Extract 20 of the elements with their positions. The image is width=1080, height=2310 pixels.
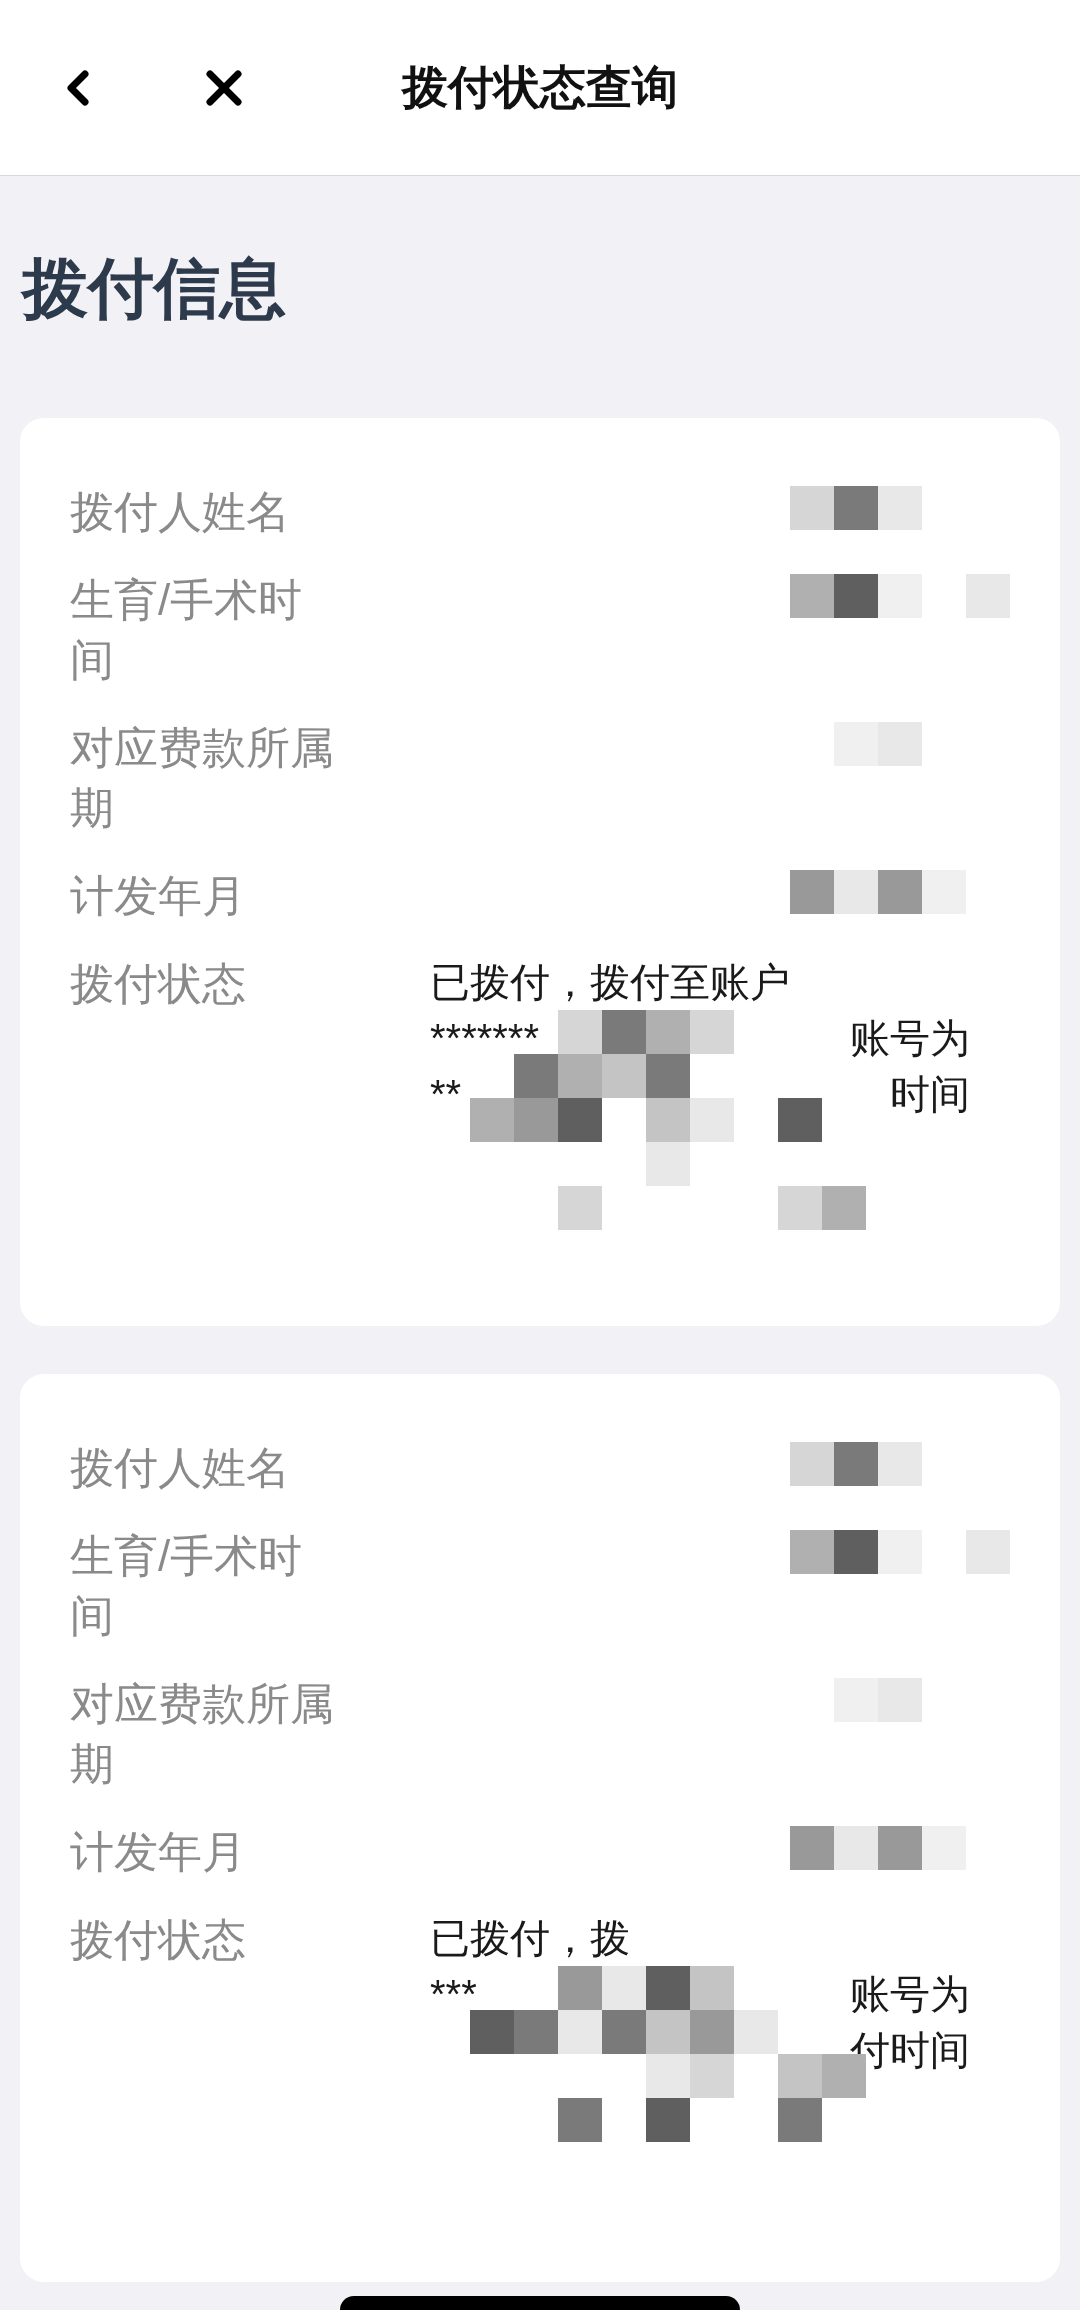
field-label: 生育/手术时间 xyxy=(70,574,304,686)
section-title: 拨付信息 xyxy=(19,250,287,327)
field-label: 拨付人姓名 xyxy=(70,486,291,538)
field-label: 拨付状态 xyxy=(70,1914,247,1966)
field-label: 拨付人姓名 xyxy=(70,1442,291,1494)
status-text: 已拨付，拨 xyxy=(430,1915,630,1962)
page-title: 拨付状态查询 xyxy=(402,60,678,115)
status-text: 已拨付，拨付至账户 xyxy=(430,959,790,1006)
status-text: *** xyxy=(430,1971,477,2018)
field-label: 计发年月 xyxy=(70,1826,247,1878)
field-label: 对应费款所属期 xyxy=(70,722,335,834)
status-text: ** xyxy=(430,1071,462,1118)
field-label: 对应费款所属期 xyxy=(70,1678,335,1790)
status-text: 时间 xyxy=(890,1071,970,1118)
status-text: 账号为 xyxy=(850,1971,970,2018)
field-label: 生育/手术时间 xyxy=(70,1530,304,1642)
status-text: ******* xyxy=(430,1015,539,1062)
status-text: 账号为 xyxy=(850,1015,970,1062)
field-label: 计发年月 xyxy=(70,870,247,922)
field-label: 拨付状态 xyxy=(70,958,247,1010)
